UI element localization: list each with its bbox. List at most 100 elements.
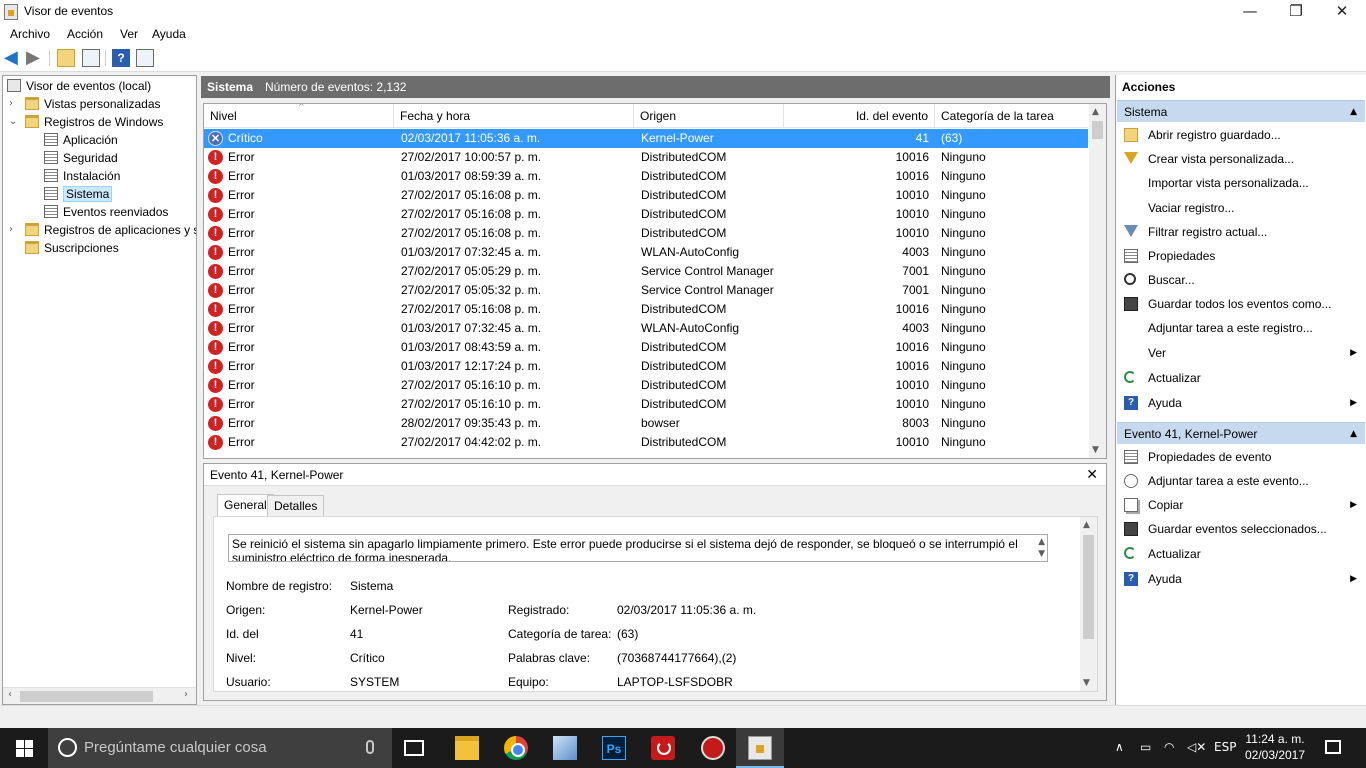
menu-accion[interactable]: Acción: [67, 27, 103, 41]
action-item[interactable]: Abrir registro guardado...: [1117, 124, 1365, 146]
detail-vertical-scrollbar[interactable]: ▲ ▼: [1080, 517, 1097, 691]
action-item[interactable]: Importar vista personalizada...: [1117, 172, 1365, 194]
close-detail-icon[interactable]: ✕: [1086, 464, 1098, 486]
tree-item-security[interactable]: Seguridad: [44, 149, 118, 167]
tree-item-custom-views[interactable]: Vistas personalizadas: [25, 95, 161, 113]
start-button[interactable]: [0, 728, 48, 768]
scroll-down-icon[interactable]: ▼: [1083, 678, 1090, 688]
scroll-down-icon[interactable]: ▼: [1038, 547, 1045, 561]
up-folder-icon[interactable]: [57, 49, 75, 67]
grid-vertical-scrollbar[interactable]: ▲ ▼: [1089, 104, 1106, 458]
scrollbar-thumb[interactable]: [20, 691, 153, 702]
table-row[interactable]: ! Error 27/02/2017 05:16:08 p. m. Distribut…: [204, 300, 1088, 319]
recorder-icon[interactable]: [701, 736, 725, 760]
show-hide-actions-icon[interactable]: [136, 49, 154, 67]
back-arrow-icon[interactable]: ◀: [4, 49, 22, 67]
tree-item-application[interactable]: Aplicación: [44, 131, 118, 149]
tree-horizontal-scrollbar[interactable]: ‹ ›: [3, 687, 196, 704]
column-header-date[interactable]: Fecha y hora: [394, 104, 634, 128]
minimize-button[interactable]: —: [1227, 0, 1273, 24]
collapse-caret-icon[interactable]: ▲: [1350, 423, 1357, 445]
volume-muted-icon[interactable]: ◁✕: [1187, 740, 1206, 754]
table-row[interactable]: ✕ Crítico 02/03/2017 11:05:36 a. m. Kernel-…: [204, 129, 1088, 148]
scrollbar-thumb[interactable]: [1083, 535, 1094, 639]
table-row[interactable]: ! Error 27/02/2017 05:05:29 p. m. Service C…: [204, 262, 1088, 281]
action-item[interactable]: Vaciar registro...: [1117, 197, 1365, 219]
menu-archivo[interactable]: Archivo: [10, 27, 50, 41]
battery-icon[interactable]: ▭: [1140, 740, 1151, 754]
table-row[interactable]: ! Error 01/03/2017 12:17:24 p. m. Distribut…: [204, 357, 1088, 376]
photoshop-icon[interactable]: Ps: [602, 736, 626, 760]
column-header-task-category[interactable]: Categoría de la tarea: [935, 104, 1088, 128]
action-center-icon[interactable]: [1325, 740, 1341, 754]
column-header-level[interactable]: ^ Nivel: [204, 104, 394, 128]
tab-details[interactable]: Detalles: [267, 495, 325, 517]
action-item[interactable]: Copiar ▶: [1117, 494, 1365, 516]
menu-ver[interactable]: Ver: [120, 27, 138, 41]
tab-general[interactable]: General: [217, 494, 274, 517]
task-view-icon[interactable]: [404, 740, 424, 756]
table-row[interactable]: ! Error 27/02/2017 05:16:08 p. m. Distribut…: [204, 205, 1088, 224]
close-button[interactable]: ✕: [1319, 0, 1365, 24]
action-item[interactable]: Adjuntar tarea a este registro...: [1117, 317, 1365, 339]
actions-section-sistema[interactable]: Sistema ▲: [1117, 100, 1365, 122]
action-item[interactable]: Crear vista personalizada...: [1117, 148, 1365, 170]
table-row[interactable]: ! Error 27/02/2017 04:42:02 p. m. Distribut…: [204, 433, 1088, 452]
show-hide-tree-icon[interactable]: [82, 49, 100, 67]
table-row[interactable]: ! Error 28/02/2017 09:35:43 p. m. bowser 800…: [204, 414, 1088, 433]
action-item[interactable]: ? Ayuda ▶: [1117, 392, 1365, 414]
table-row[interactable]: ! Error 27/02/2017 05:16:10 p. m. Distribut…: [204, 376, 1088, 395]
action-item[interactable]: ? Ayuda ▶: [1117, 568, 1365, 590]
action-item[interactable]: Actualizar: [1117, 367, 1365, 389]
chrome-icon[interactable]: [504, 736, 528, 760]
action-item[interactable]: Propiedades: [1117, 245, 1365, 267]
tree-item-root[interactable]: Visor de eventos (local): [7, 77, 151, 95]
table-row[interactable]: ! Error 27/02/2017 05:16:08 p. m. Distribut…: [204, 224, 1088, 243]
3d-app-icon[interactable]: [553, 736, 577, 760]
tree-item-app-service-logs[interactable]: Registros de aplicaciones y s: [25, 221, 196, 239]
collapse-chevron-icon[interactable]: ⌄: [9, 116, 17, 127]
menu-ayuda[interactable]: Ayuda: [152, 27, 186, 41]
tree-item-forwarded-events[interactable]: Eventos reenviados: [44, 203, 168, 221]
scroll-up-icon[interactable]: ▲: [1092, 107, 1099, 117]
action-item[interactable]: Adjuntar tarea a este evento...: [1117, 470, 1365, 492]
action-item[interactable]: Ver ▶: [1117, 342, 1365, 364]
show-hidden-icons-icon[interactable]: ∧: [1115, 740, 1124, 754]
scroll-right-icon[interactable]: ›: [184, 689, 188, 700]
table-row[interactable]: ! Error 01/03/2017 07:32:45 a. m. WLAN-Auto…: [204, 243, 1088, 262]
maximize-button[interactable]: ❐: [1273, 0, 1319, 24]
table-row[interactable]: ! Error 01/03/2017 08:59:39 a. m. Distribut…: [204, 167, 1088, 186]
expand-chevron-icon[interactable]: ›: [9, 224, 13, 235]
power-app-icon[interactable]: [651, 736, 675, 760]
scroll-left-icon[interactable]: ‹: [8, 689, 12, 700]
table-row[interactable]: ! Error 27/02/2017 10:00:57 p. m. Distribut…: [204, 148, 1088, 167]
forward-arrow-icon[interactable]: ▶: [26, 49, 44, 67]
actions-section-event[interactable]: Evento 41, Kernel-Power ▲: [1117, 422, 1365, 444]
event-viewer-taskbar-icon[interactable]: [748, 736, 772, 760]
action-item[interactable]: Buscar...: [1117, 269, 1365, 291]
help-icon[interactable]: ?: [112, 49, 130, 67]
scroll-down-icon[interactable]: ▼: [1092, 445, 1099, 455]
expand-chevron-icon[interactable]: ›: [9, 98, 13, 109]
scroll-up-icon[interactable]: ▲: [1083, 520, 1090, 530]
table-row[interactable]: ! Error 27/02/2017 05:05:32 p. m. Service C…: [204, 281, 1088, 300]
table-row[interactable]: ! Error 01/03/2017 07:32:45 a. m. WLAN-Auto…: [204, 319, 1088, 338]
table-row[interactable]: ! Error 01/03/2017 08:43:59 a. m. Distribut…: [204, 338, 1088, 357]
tree-item-system[interactable]: Sistema: [44, 185, 113, 203]
scrollbar-thumb[interactable]: [1092, 121, 1103, 139]
column-header-source[interactable]: Origen: [634, 104, 784, 128]
action-item[interactable]: Guardar todos los eventos como...: [1117, 293, 1365, 315]
action-item[interactable]: Propiedades de evento: [1117, 446, 1365, 468]
tree-item-setup[interactable]: Instalación: [44, 167, 120, 185]
cortana-search-box[interactable]: Pregúntame cualquier cosa: [48, 728, 392, 768]
column-header-event-id[interactable]: Id. del evento: [784, 104, 935, 128]
tree-item-subscriptions[interactable]: Suscripciones: [25, 239, 119, 257]
collapse-caret-icon[interactable]: ▲: [1350, 101, 1357, 123]
language-indicator[interactable]: ESP: [1214, 740, 1236, 754]
wifi-icon[interactable]: ◠: [1164, 740, 1174, 754]
action-item[interactable]: Filtrar registro actual...: [1117, 221, 1365, 243]
tree-item-windows-logs[interactable]: Registros de Windows: [25, 113, 163, 131]
microphone-icon[interactable]: [366, 740, 374, 754]
file-explorer-icon[interactable]: [455, 736, 479, 760]
action-item[interactable]: Actualizar: [1117, 543, 1365, 565]
